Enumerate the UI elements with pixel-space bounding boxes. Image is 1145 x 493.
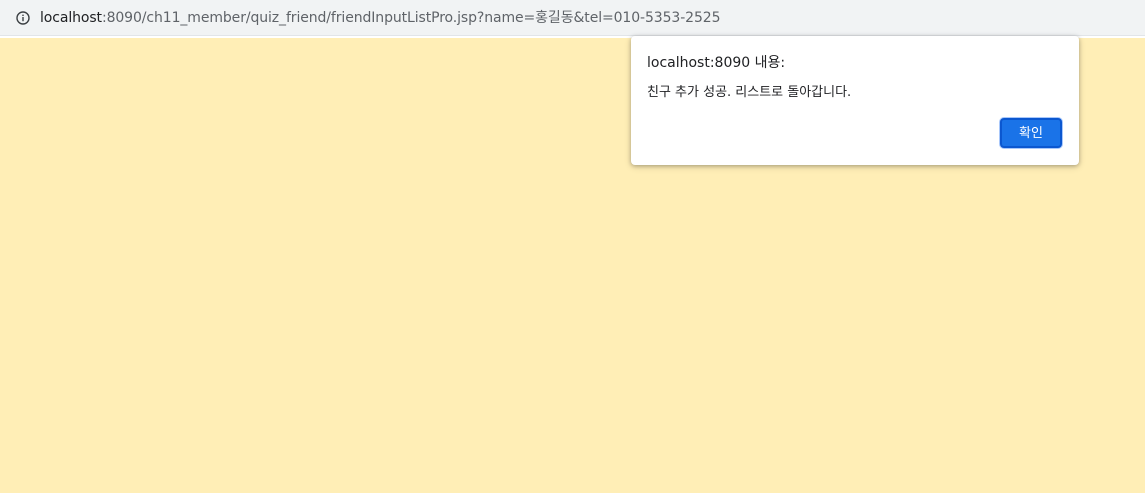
omnibox[interactable]: localhost:8090/ch11_member/quiz_friend/f…	[3, 2, 1141, 33]
alert-dialog: localhost:8090 내용: 친구 추가 성공. 리스트로 돌아갑니다.…	[631, 36, 1079, 165]
url-text[interactable]: localhost:8090/ch11_member/quiz_friend/f…	[40, 10, 721, 27]
browser-window: localhost:8090/ch11_member/quiz_friend/f…	[0, 0, 1145, 493]
alert-message: 친구 추가 성공. 리스트로 돌아갑니다.	[647, 85, 852, 100]
info-circle-icon[interactable]	[16, 11, 30, 25]
address-bar: localhost:8090/ch11_member/quiz_friend/f…	[0, 0, 1145, 36]
url-path: :8090/ch11_member/quiz_friend/friendInpu…	[101, 10, 721, 26]
alert-title: localhost:8090 내용:	[647, 55, 786, 71]
url-host: localhost	[40, 10, 102, 26]
confirm-button[interactable]: 확인	[1000, 118, 1062, 148]
